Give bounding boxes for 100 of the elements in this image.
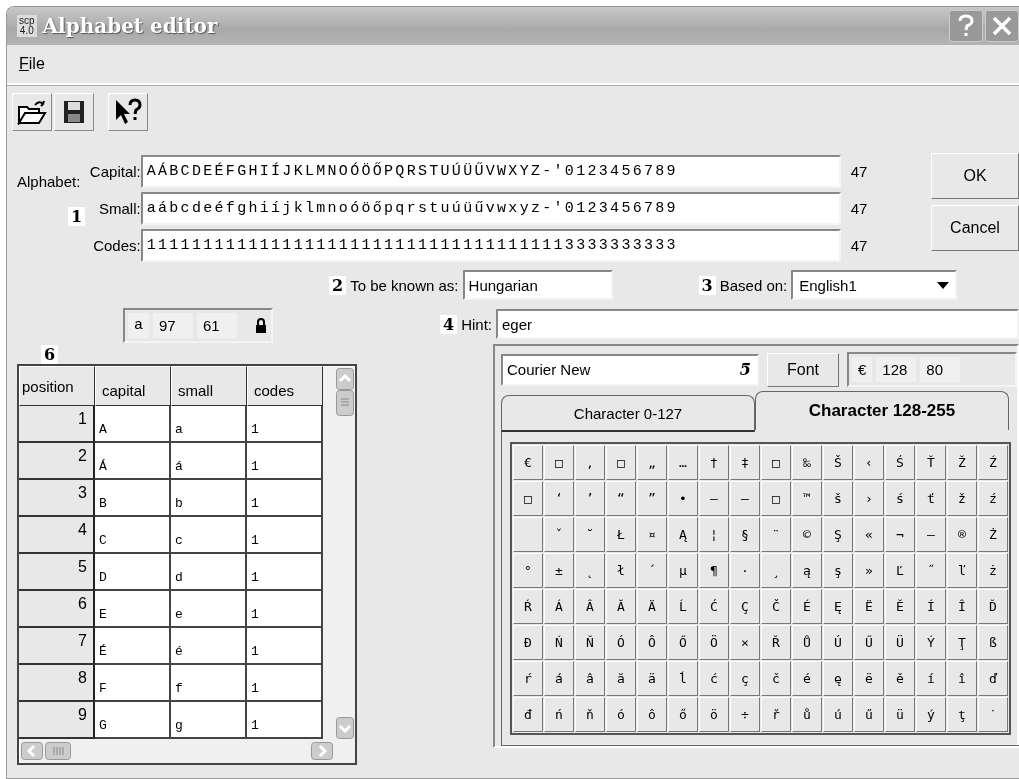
character-key[interactable]: Â [575,589,605,624]
character-key[interactable]: † [699,445,729,480]
column-header[interactable]: small [171,366,247,406]
character-key[interactable]: € [513,445,543,480]
character-key[interactable]: … [668,445,698,480]
character-key[interactable]: ¬ [885,517,915,552]
table-cell[interactable]: c [171,517,247,554]
character-key[interactable]: ç [730,661,760,696]
character-key[interactable]: □ [606,445,636,480]
table-cell[interactable]: 1 [247,480,323,517]
character-key[interactable]: ¸ [761,553,791,588]
lock-icon[interactable] [255,317,267,334]
character-key[interactable]: Ć [699,589,729,624]
character-key[interactable]: Ś [885,445,915,480]
table-cell[interactable]: É [95,628,171,665]
character-key[interactable]: □ [544,445,574,480]
character-key[interactable]: ł [606,553,636,588]
character-key[interactable]: ţ [947,697,977,732]
table-cell[interactable]: 1 [247,702,323,739]
character-key[interactable]: ŕ [513,661,543,696]
character-key[interactable]: ˙ [978,697,1008,732]
character-key[interactable]: ˇ [544,517,574,552]
table-cell[interactable]: D [95,554,171,591]
character-key[interactable]: Ę [823,589,853,624]
character-key[interactable]: ť [916,481,946,516]
font-button[interactable]: Font [767,352,839,387]
name-field[interactable]: Hungarian [462,270,613,300]
character-key[interactable]: ‡ [730,445,760,480]
table-cell[interactable]: B [95,480,171,517]
font-field[interactable]: Courier New 5 [501,353,759,386]
table-cell[interactable]: 1 [247,554,323,591]
alphabet-field[interactable]: 11111111111111111111111111111111111113333333333 [140,229,841,262]
character-key[interactable]: ý [916,697,946,732]
character-key[interactable]: Ą [668,517,698,552]
table-cell[interactable]: a [171,406,247,443]
table-cell[interactable]: 1 [247,443,323,480]
character-key[interactable]: ’ [575,481,605,516]
character-key[interactable]: é [792,661,822,696]
table-cell[interactable]: 1 [247,517,323,554]
character-key[interactable]: “ [606,481,636,516]
scroll-right-button[interactable] [311,742,333,760]
character-key[interactable]: ď [978,661,1008,696]
character-key[interactable]: É [792,589,822,624]
table-cell[interactable]: e [171,591,247,628]
character-key[interactable]: ž [947,481,977,516]
character-key[interactable]: Ů [792,625,822,660]
character-key[interactable]: Ř [761,625,791,660]
character-key[interactable]: Ä [637,589,667,624]
character-key[interactable]: ę [823,661,853,696]
character-key[interactable]: — [730,481,760,516]
character-key[interactable]: Ť [916,445,946,480]
character-key[interactable]: ř [761,697,791,732]
vertical-scrollbar[interactable] [335,366,355,739]
character-key[interactable]: Ď [978,589,1008,624]
character-key[interactable]: × [730,625,760,660]
character-key[interactable]: Í [916,589,946,624]
character-key[interactable]: ú [823,697,853,732]
table-cell[interactable]: Á [95,443,171,480]
character-key[interactable]: Ţ [947,625,977,660]
table-cell[interactable]: E [95,591,171,628]
table-cell[interactable]: f [171,665,247,702]
character-key[interactable]: ż [978,553,1008,588]
alphabet-field[interactable]: aábcdeéfghiíjklmnoóöőpqrstuúüűvwxyz-'0123456789 [140,192,841,225]
close-button[interactable] [985,10,1019,42]
character-key[interactable]: µ [668,553,698,588]
character-key[interactable]: â [575,661,605,696]
character-key[interactable]: □ [761,445,791,480]
table-cell[interactable]: 1 [247,628,323,665]
table-cell[interactable]: 1 [247,665,323,702]
table-cell[interactable]: F [95,665,171,702]
scroll-thumb[interactable] [45,742,71,760]
character-key[interactable]: ľ [947,553,977,588]
character-key[interactable]: Ú [823,625,853,660]
character-key[interactable]: ‹ [854,445,884,480]
character-key[interactable]: • [668,481,698,516]
character-key[interactable]: Ł [606,517,636,552]
tab[interactable]: Character 128-255 [755,391,1009,430]
open-folder-icon[interactable] [12,93,52,131]
tab[interactable]: Character 0-127 [501,395,755,432]
character-key[interactable]: ő [668,697,698,732]
character-key[interactable]: Ó [606,625,636,660]
character-key[interactable]: ć [699,661,729,696]
character-key[interactable]: ´ [637,553,667,588]
character-key[interactable]: ů [792,697,822,732]
character-key[interactable]: Ň [575,625,605,660]
character-key[interactable]: Ô [637,625,667,660]
hint-field[interactable]: eger [496,309,1019,339]
character-key[interactable]: Á [544,589,574,624]
character-key[interactable]: ˝ [916,553,946,588]
character-key[interactable]: ź [978,481,1008,516]
scroll-left-button[interactable] [21,742,43,760]
character-key[interactable]: Ë [854,589,884,624]
character-key[interactable]: Š [823,445,853,480]
character-key[interactable]: · [730,553,760,588]
character-key[interactable]: ˛ [575,553,605,588]
character-key[interactable]: ń [544,697,574,732]
character-key[interactable]: ‘ [544,481,574,516]
character-key[interactable]: ś [885,481,915,516]
based-on-dropdown[interactable]: English1 [791,270,958,300]
character-key[interactable]: Ö [699,625,729,660]
